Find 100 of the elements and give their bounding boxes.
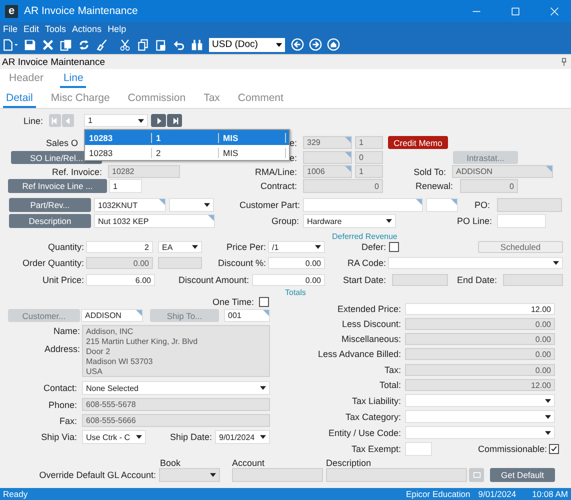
action-button[interactable]: Description bbox=[9, 214, 91, 228]
read-only-field[interactable]: 0.00 bbox=[405, 333, 555, 345]
menu-item[interactable]: Help bbox=[108, 24, 126, 34]
text-field[interactable]: 0.00 bbox=[268, 257, 325, 269]
text-field[interactable] bbox=[426, 198, 458, 212]
menu-item[interactable]: File bbox=[3, 24, 18, 34]
read-only-field[interactable] bbox=[392, 274, 448, 286]
option-text: 2 bbox=[152, 148, 219, 158]
new-icon[interactable] bbox=[2, 38, 20, 50]
tab[interactable]: Tax bbox=[200, 92, 223, 108]
read-only-field[interactable]: 0 bbox=[303, 179, 383, 193]
currency-dropdown[interactable]: USD (Doc) bbox=[209, 38, 285, 52]
action-button[interactable]: Ref Invoice Line ... bbox=[8, 179, 107, 193]
back-icon[interactable] bbox=[291, 38, 304, 51]
dropdown[interactable]: None Selected bbox=[82, 381, 270, 395]
checkbox[interactable] bbox=[549, 444, 559, 454]
text-field[interactable]: 0.00 bbox=[252, 274, 325, 286]
close-icon[interactable] bbox=[550, 6, 559, 16]
undo-icon[interactable] bbox=[173, 38, 185, 50]
text-field[interactable]: 1 bbox=[109, 179, 142, 193]
read-only-field[interactable]: 0.00 bbox=[405, 348, 555, 360]
read-only-field[interactable]: 1 bbox=[355, 136, 383, 149]
forward-icon[interactable] bbox=[309, 38, 322, 51]
read-only-field[interactable] bbox=[497, 198, 562, 212]
read-only-field[interactable]: ADDISON bbox=[452, 165, 553, 178]
action-button[interactable]: Credit Memo bbox=[388, 136, 448, 149]
action-button[interactable]: Get Default bbox=[490, 468, 555, 482]
read-only-field[interactable]: 1 bbox=[355, 165, 383, 178]
menu-item[interactable]: Edit bbox=[24, 24, 40, 34]
text-field[interactable]: 12.00 bbox=[405, 303, 555, 315]
field-label: Order Quantity: bbox=[22, 258, 84, 268]
caret-icon bbox=[192, 245, 198, 249]
date-text: 9/01/2024 bbox=[478, 489, 516, 499]
last-record-button[interactable] bbox=[167, 114, 182, 127]
read-only-field[interactable] bbox=[158, 257, 202, 269]
caret-icon bbox=[260, 435, 266, 439]
checkbox[interactable] bbox=[259, 296, 269, 306]
delete-icon[interactable] bbox=[42, 38, 54, 50]
copy-icon[interactable] bbox=[137, 38, 149, 50]
field-label: Miscellaneous: bbox=[341, 334, 401, 344]
paste-icon[interactable] bbox=[155, 38, 167, 50]
text-field[interactable]: 001 bbox=[224, 309, 270, 322]
read-only-field[interactable] bbox=[303, 151, 352, 164]
field-label: Quantity: bbox=[48, 242, 84, 252]
read-only-field[interactable] bbox=[503, 274, 563, 286]
dropdown[interactable]: /1 bbox=[268, 241, 325, 253]
read-only-field[interactable]: 0.00 bbox=[86, 257, 153, 269]
text-field[interactable] bbox=[405, 442, 432, 456]
read-only-field[interactable]: 1006 bbox=[303, 165, 352, 178]
caret-icon bbox=[545, 398, 551, 402]
pin-icon[interactable] bbox=[561, 58, 567, 66]
save-icon[interactable] bbox=[24, 38, 36, 50]
read-only-field[interactable]: 329 bbox=[303, 136, 352, 149]
caret-icon bbox=[260, 386, 266, 390]
next-record-button[interactable] bbox=[151, 114, 166, 127]
cut-icon[interactable] bbox=[119, 38, 131, 50]
home-icon[interactable] bbox=[327, 38, 340, 51]
tab[interactable]: Commission bbox=[124, 92, 189, 108]
read-only-field[interactable]: 0.00 bbox=[405, 318, 555, 330]
text-field[interactable] bbox=[303, 198, 423, 212]
checkbox[interactable] bbox=[389, 242, 399, 252]
text-field[interactable]: Nut 1032 KEP bbox=[94, 214, 215, 228]
read-only-field[interactable]: 0 bbox=[355, 151, 383, 164]
address-line: 215 Martin Luther King, Jr. Blvd bbox=[86, 337, 198, 347]
read-only-field[interactable] bbox=[326, 468, 467, 482]
text-field[interactable] bbox=[497, 214, 546, 228]
dropdown[interactable]: EA bbox=[158, 241, 202, 253]
tab[interactable]: Header bbox=[6, 72, 46, 88]
action-button[interactable]: Part/Rev... bbox=[9, 198, 91, 212]
dropdown[interactable]: 1 bbox=[84, 114, 148, 127]
dropdown-option[interactable]: 10283 1 MIS bbox=[85, 130, 289, 145]
read-only-field[interactable]: 10282 bbox=[108, 165, 180, 178]
text-field[interactable]: 6.00 bbox=[86, 274, 155, 286]
read-only-field[interactable]: 0.00 bbox=[405, 364, 555, 376]
caret-icon bbox=[138, 118, 144, 122]
read-only-field[interactable]: 12.00 bbox=[405, 379, 555, 391]
read-only-field[interactable]: 608-555-5666 bbox=[82, 414, 270, 427]
action-button[interactable]: Scheduled bbox=[478, 241, 563, 253]
binoculars-icon[interactable] bbox=[191, 38, 203, 50]
brush-icon[interactable] bbox=[96, 38, 108, 50]
tab[interactable]: Misc Charge bbox=[48, 92, 113, 108]
read-only-field[interactable]: 0 bbox=[460, 179, 518, 193]
dropdown[interactable]: Hardware bbox=[303, 214, 396, 228]
text-field[interactable]: ADDISON bbox=[81, 309, 143, 322]
maximize-icon[interactable] bbox=[511, 6, 520, 16]
read-only-field[interactable]: 608-555-5678 bbox=[82, 398, 270, 411]
text-field[interactable]: 1032KNUT bbox=[94, 198, 166, 212]
dropdown-option[interactable]: 10283 2 MIS bbox=[85, 145, 289, 160]
read-only-field[interactable] bbox=[232, 468, 323, 482]
text-field[interactable]: 2 bbox=[86, 241, 153, 253]
address-box[interactable]: Addison, INC 215 Martin Luther King, Jr. Blvd Door 2 Madison WI 53703 USA bbox=[82, 325, 270, 377]
field-label: Contract: bbox=[260, 181, 297, 191]
attachment-icon[interactable] bbox=[60, 38, 72, 50]
menu-item[interactable]: Tools bbox=[45, 24, 66, 34]
dropdown[interactable]: 9/01/2024 bbox=[215, 430, 270, 444]
tab[interactable]: Comment bbox=[234, 92, 286, 108]
refresh-icon[interactable] bbox=[78, 38, 90, 50]
menu-item[interactable]: Actions bbox=[72, 24, 102, 34]
app-logo: e bbox=[5, 4, 18, 18]
dropdown[interactable]: Use Ctrk - C bbox=[82, 430, 146, 444]
